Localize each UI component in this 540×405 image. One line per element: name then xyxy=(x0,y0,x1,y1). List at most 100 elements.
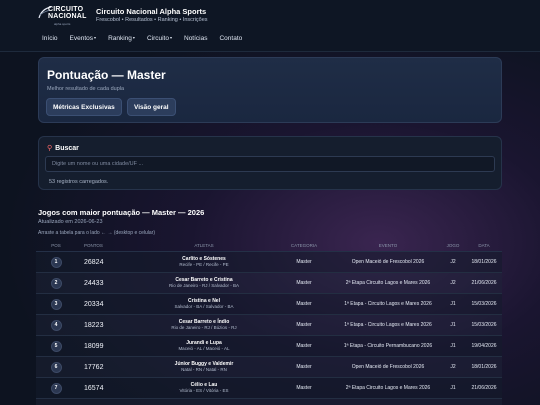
page-title: Pontuação — Master xyxy=(47,68,166,82)
site-title: Circuito Nacional Alpha Sports xyxy=(96,7,207,16)
table-row[interactable]: 5 18099 Jurandi e Lupa Maceió - AL / Maceió… xyxy=(36,336,502,357)
pos-cell: 5 xyxy=(36,340,76,352)
search-label: Buscar xyxy=(55,145,79,152)
table-row[interactable]: 4 18223 Cesar Barreto e Índio Rio de Janeir… xyxy=(36,315,502,336)
date-cell: 21/06/2026 xyxy=(471,385,497,391)
table-row[interactable]: 6 17762 Júnior Buggy e Valdemir Natal - RN … xyxy=(36,357,502,378)
table-row[interactable]: Lau e Paulinho xyxy=(36,399,502,405)
game-cell: J2 xyxy=(450,280,456,286)
category-cell: Master xyxy=(296,301,312,307)
overview-button[interactable]: Visão geral xyxy=(127,98,176,116)
athletes-location: Vitória - ES / Vitória - ES xyxy=(179,388,229,393)
table-row[interactable]: 7 16574 Célio e Lau Vitória - ES / Vitória … xyxy=(36,378,502,399)
metrics-button[interactable]: Métricas Exclusivas xyxy=(46,98,122,116)
scroll-hint: Arraste a tabela para o lado ← → (deskto… xyxy=(38,230,156,236)
nav-item-label: Contato xyxy=(219,35,243,42)
points-cell: 16574 xyxy=(76,385,136,392)
scores-table[interactable]: POS PONTOS ATLETAS CATEGORIA EVENTO JOGO… xyxy=(36,240,502,405)
pos-badge: 3 xyxy=(50,298,62,310)
chevron-down-icon: ▾ xyxy=(94,35,97,40)
game-cell: J1 xyxy=(450,322,456,328)
hero-card: Pontuação — Master Melhor resultado de c… xyxy=(38,57,502,123)
pos-badge: 5 xyxy=(50,340,62,352)
points-value: 24433 xyxy=(84,279,104,287)
section-title: Jogos com maior pontuação — Master — 202… xyxy=(38,208,205,217)
date-cell: 19/04/2026 xyxy=(471,343,497,349)
table-body: 1 26824 Carlito e Sóstenes Recife - PE / Re… xyxy=(36,252,502,405)
pos-cell: 1 xyxy=(36,256,76,268)
logo-sub: alpha sports xyxy=(54,22,71,26)
athletes-location: Salvador - BA / Salvador - BA xyxy=(174,304,234,309)
date-cell: 15/03/2026 xyxy=(471,301,497,307)
points-cell: 17762 xyxy=(76,364,136,371)
pos-badge: 7 xyxy=(50,382,62,394)
game-cell: J2 xyxy=(450,364,456,370)
col-evento: EVENTO xyxy=(378,243,398,248)
search-heading: ⚲ Buscar xyxy=(47,144,79,152)
logo-line2: NACIONAL xyxy=(48,13,87,20)
pos-badge: 4 xyxy=(50,319,62,331)
nav-item-noticias[interactable]: Notícias xyxy=(184,35,207,42)
points-cell: 18099 xyxy=(76,343,136,350)
nav-item-contato[interactable]: Contato xyxy=(219,35,242,42)
nav-item-eventos[interactable]: Eventos▾ xyxy=(70,35,97,42)
athletes-cell: Cesar Barreto e Cristina Rio de Janeiro -… xyxy=(136,277,272,289)
event-cell: Open Maceió de Frescobol 2026 xyxy=(351,259,425,265)
points-value: 20334 xyxy=(84,300,104,308)
category-cell: Master xyxy=(296,259,312,265)
category-cell: Master xyxy=(296,385,312,391)
pos-cell: 3 xyxy=(36,298,76,310)
search-input[interactable]: Digite um nome ou uma cidade/UF ... xyxy=(45,156,495,172)
points-cell: 26824 xyxy=(76,259,136,266)
nav-item-label: Eventos xyxy=(69,35,94,42)
col-pontos: PONTOS xyxy=(84,243,103,248)
pos-badge: 1 xyxy=(50,256,62,268)
updated-timestamp: Atualizado em 2026-06-23 xyxy=(38,219,103,225)
pos-cell: 4 xyxy=(36,319,76,331)
event-cell: 1ª Etapa - Circuito Lagos e Mares 2026 xyxy=(344,301,432,307)
athletes-cell: Cristina e Nel Salvador - BA / Salvador -… xyxy=(136,298,272,310)
points-value: 18223 xyxy=(84,321,104,329)
table-row[interactable]: 3 20334 Cristina e Nel Salvador - BA / Salv… xyxy=(36,294,502,315)
nav-item-ranking[interactable]: Ranking▾ xyxy=(108,35,135,42)
date-cell: 18/01/2026 xyxy=(471,259,497,265)
game-cell: J1 xyxy=(450,301,456,307)
site-header: CIRCUITO NACIONAL alpha sports Circuito … xyxy=(0,0,540,52)
points-value: 18099 xyxy=(84,342,104,350)
athletes-location: Maceió - AL / Maceió - AL xyxy=(178,346,230,351)
col-data: DATA xyxy=(478,243,490,248)
category-cell: Master xyxy=(296,364,312,370)
athletes-location: Rio de Janeiro - RJ / Salvador - BA xyxy=(168,283,240,288)
event-cell: 2ª Etapa Circuito Lagos e Mares 2026 xyxy=(345,385,431,391)
event-cell: 2ª Etapa Circuito Lagos e Mares 2026 xyxy=(345,280,431,286)
nav-item-label: Notícias xyxy=(184,35,208,42)
athletes-location: Natal - RN / Natal - RN xyxy=(181,367,227,372)
logo-wordmark: CIRCUITO NACIONAL xyxy=(48,6,87,20)
game-cell: J1 xyxy=(450,385,456,391)
game-cell: J2 xyxy=(450,259,456,265)
pos-cell: 6 xyxy=(36,361,76,373)
event-cell: 1ª Etapa - Circuito Lagos e Mares 2026 xyxy=(344,322,432,328)
date-cell: 21/06/2026 xyxy=(471,280,497,286)
col-categoria: CATEGORIA xyxy=(290,243,318,248)
category-cell: Master xyxy=(296,322,312,328)
logo-line1: CIRCUITO xyxy=(48,6,84,13)
points-value: 16574 xyxy=(84,384,104,392)
athletes-cell: Cesar Barreto e Índio Rio de Janeiro - RJ… xyxy=(136,319,272,331)
main-nav: Início Eventos▾ Ranking▾ Circuito▾ Notícias C… xyxy=(42,35,254,42)
pos-badge: 2 xyxy=(50,277,62,289)
date-cell: 18/01/2026 xyxy=(471,364,497,370)
game-cell: J1 xyxy=(450,343,456,349)
points-cell: 24433 xyxy=(76,280,136,287)
athletes-cell: Júnior Buggy e Valdemir Natal - RN / Nata… xyxy=(136,361,272,373)
table-row[interactable]: 1 26824 Carlito e Sóstenes Recife - PE / Re… xyxy=(36,252,502,273)
site-tagline: Frescobol • Resultados • Ranking • Inscr… xyxy=(96,17,208,23)
nav-item-label: Ranking xyxy=(108,35,132,42)
brand-logo[interactable]: CIRCUITO NACIONAL alpha sports xyxy=(38,6,88,28)
table-row[interactable]: 2 24433 Cesar Barreto e Cristina Rio de Jan… xyxy=(36,273,502,294)
nav-item-circuito[interactable]: Circuito▾ xyxy=(147,35,172,42)
col-atletas: ATLETAS xyxy=(194,243,214,248)
nav-item-inicio[interactable]: Início xyxy=(42,35,58,42)
chevron-down-icon: ▾ xyxy=(169,35,172,40)
event-cell: Open Maceió de Frescobol 2026 xyxy=(351,364,425,370)
